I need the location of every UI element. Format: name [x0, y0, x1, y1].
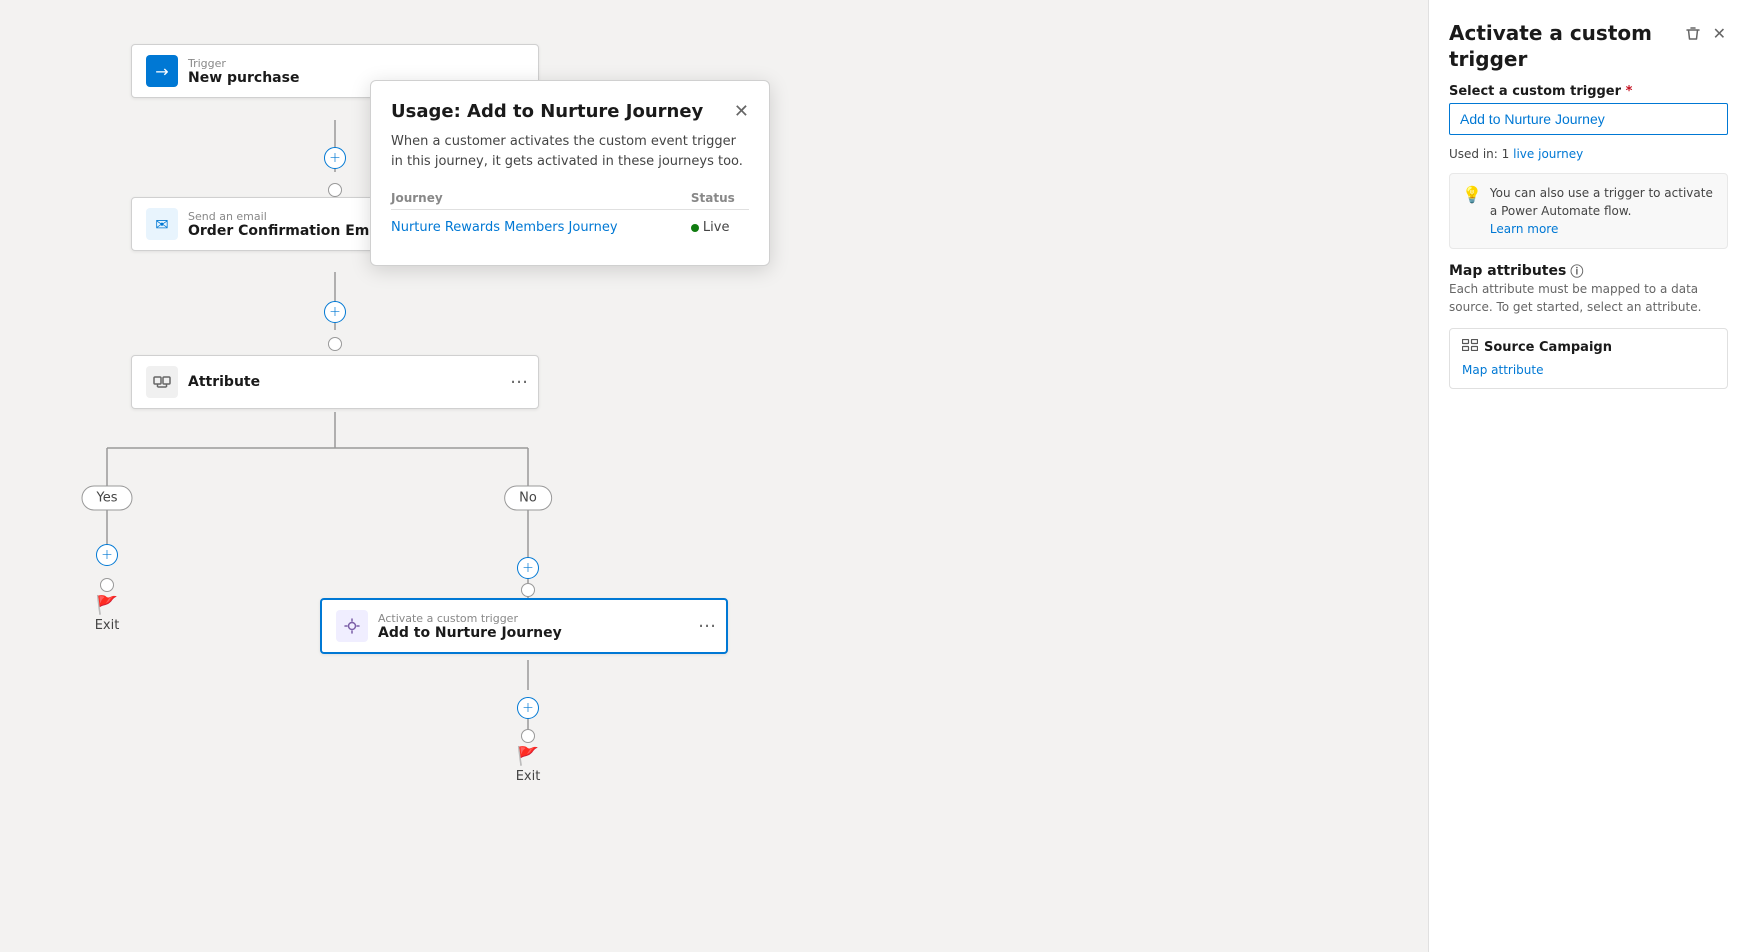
trigger-label: Trigger — [188, 57, 299, 70]
map-attributes-label: Map attributes — [1449, 263, 1566, 279]
attribute-card: Source Campaign Map attribute — [1449, 328, 1728, 389]
attribute-card-icon — [1462, 339, 1478, 355]
attribute-node[interactable]: Attribute ⋯ — [131, 355, 539, 409]
exit-flag-2: 🚩 — [517, 746, 539, 767]
map-attribute-link[interactable]: Map attribute — [1462, 363, 1543, 377]
popup-desc: When a customer activates the custom eve… — [391, 132, 749, 171]
map-attributes-section: Map attributes ⓘ Each attribute must be … — [1449, 261, 1728, 316]
custom-trigger-node-label: Activate a custom trigger — [378, 612, 562, 625]
add-step-after-trigger-btn[interactable]: + — [517, 697, 539, 719]
status-badge: Live — [691, 220, 749, 235]
used-in-section: Used in: 1 live journey — [1449, 147, 1728, 161]
attribute-card-name: Source Campaign — [1484, 340, 1612, 355]
trigger-field-section: Select a custom trigger * — [1449, 84, 1728, 135]
attribute-title: Attribute — [188, 374, 260, 390]
info-icon: 💡 — [1462, 185, 1482, 204]
delete-icon — [1685, 26, 1701, 42]
add-step-btn-1[interactable]: + — [324, 147, 346, 169]
map-attributes-desc: Each attribute must be mapped to a data … — [1449, 280, 1728, 316]
trigger-icon: → — [146, 55, 178, 87]
email-label: Send an email — [188, 210, 388, 223]
custom-trigger-icon — [336, 610, 368, 642]
required-marker: * — [1626, 84, 1633, 99]
source-campaign-icon — [1462, 339, 1478, 351]
custom-trigger-node-title: Add to Nurture Journey — [378, 625, 562, 641]
used-in-link[interactable]: live journey — [1513, 147, 1583, 161]
journey-link[interactable]: Nurture Rewards Members Journey — [391, 220, 618, 235]
panel-title: Activate a custom trigger — [1449, 20, 1683, 72]
info-text: You can also use a trigger to activate a… — [1490, 186, 1713, 218]
attribute-icon — [146, 366, 178, 398]
yes-branch-label: Yes — [82, 486, 133, 511]
right-panel: Activate a custom trigger ✕ Select a cus… — [1428, 0, 1748, 952]
connector-circle-2 — [328, 337, 342, 351]
popup-table: Journey Status Nurture Rewards Members J… — [391, 187, 749, 245]
status-text: Live — [703, 220, 730, 235]
custom-trigger-menu-btn[interactable]: ⋯ — [698, 616, 716, 637]
field-label-text: Select a custom trigger — [1449, 84, 1621, 99]
popup-close-btn[interactable]: ✕ — [734, 101, 749, 122]
popup-table-row: Nurture Rewards Members Journey Live — [391, 210, 749, 246]
status-dot — [691, 224, 699, 232]
exit-node-1: 🚩 Exit — [95, 595, 120, 633]
info-box-text: You can also use a trigger to activate a… — [1490, 184, 1715, 238]
connector-circle-1 — [328, 183, 342, 197]
custom-trigger-input[interactable] — [1449, 103, 1728, 135]
used-in-prefix: Used in: — [1449, 147, 1498, 161]
usage-popup: Usage: Add to Nurture Journey ✕ When a c… — [370, 80, 770, 266]
delete-btn[interactable] — [1683, 24, 1703, 44]
add-step-yes-btn[interactable]: + — [96, 544, 118, 566]
trigger-title: New purchase — [188, 70, 299, 86]
panel-header: Activate a custom trigger ✕ — [1449, 20, 1728, 72]
learn-more-link[interactable]: Learn more — [1490, 222, 1558, 236]
attribute-menu-btn[interactable]: ⋯ — [510, 372, 528, 393]
popup-col-status: Status — [691, 187, 749, 210]
exit-label-1: Exit — [95, 618, 120, 633]
custom-trigger-node[interactable]: Activate a custom trigger Add to Nurture… — [320, 598, 728, 654]
info-box: 💡 You can also use a trigger to activate… — [1449, 173, 1728, 249]
panel-header-icons: ✕ — [1683, 22, 1728, 46]
no-branch-label: No — [504, 486, 552, 511]
exit-node-2: 🚩 Exit — [516, 746, 541, 784]
no-circle — [521, 583, 535, 597]
add-step-btn-2[interactable]: + — [324, 301, 346, 323]
map-attributes-info-icon: ⓘ — [1570, 261, 1583, 280]
email-title: Order Confirmation Email — [188, 223, 388, 239]
exit-label-2: Exit — [516, 769, 541, 784]
popup-col-journey: Journey — [391, 187, 691, 210]
map-attributes-title: Map attributes ⓘ — [1449, 261, 1728, 280]
field-label: Select a custom trigger * — [1449, 84, 1728, 99]
close-panel-btn[interactable]: ✕ — [1711, 22, 1728, 46]
used-in-count: 1 — [1502, 147, 1510, 161]
after-trigger-circle — [521, 729, 535, 743]
yes-circle — [100, 578, 114, 592]
exit-flag-1: 🚩 — [96, 595, 118, 616]
attribute-card-title: Source Campaign — [1462, 339, 1715, 355]
popup-title: Usage: Add to Nurture Journey — [391, 101, 703, 122]
canvas-area: → Trigger New purchase + ✉ Send an email… — [0, 0, 1428, 952]
add-step-no-btn[interactable]: + — [517, 557, 539, 579]
email-icon: ✉ — [146, 208, 178, 240]
